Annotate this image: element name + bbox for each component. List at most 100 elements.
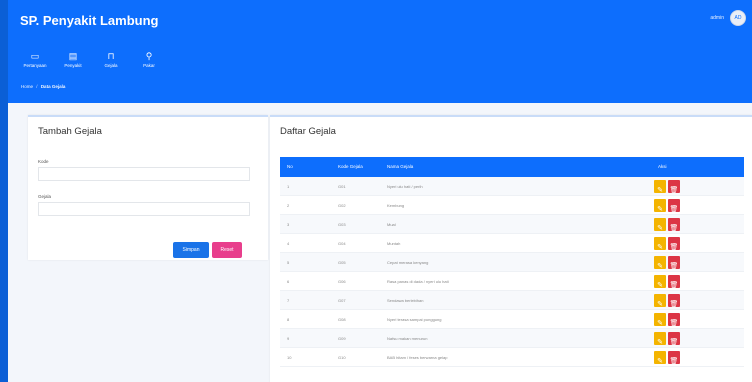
header-no: No [287, 164, 293, 169]
breadcrumb-separator: / [36, 84, 38, 89]
pencil-icon: ✎ [657, 225, 663, 232]
pencil-icon: ✎ [657, 263, 663, 270]
table-row: 5 G05 Cepat merasa kenyang ✎ 🗑 [280, 253, 744, 272]
edit-button[interactable]: ✎ [654, 256, 666, 270]
delete-button[interactable]: 🗑 [668, 218, 680, 232]
add-symptom-card: Tambah Gejala Kode Gejala Simpan Reset [28, 115, 268, 260]
nav-item-penyakit[interactable]: ▤ Penyakit [56, 52, 90, 69]
breadcrumb: Home / Data Gejala [21, 84, 65, 89]
cell-kode: G09 [338, 336, 346, 341]
cell-no: 2 [287, 203, 290, 208]
cell-nama: Sendawa berlebihan [387, 298, 424, 303]
nav-item-pertanyaan[interactable]: ▭ Pertanyaan [18, 52, 52, 69]
trash-icon: 🗑 [669, 301, 679, 308]
trash-icon: 🗑 [669, 358, 679, 365]
edit-button[interactable]: ✎ [654, 180, 666, 194]
delete-button[interactable]: 🗑 [668, 237, 680, 251]
trash-icon: 🗑 [669, 320, 679, 327]
cell-kode: G03 [338, 222, 346, 227]
edit-button[interactable]: ✎ [654, 237, 666, 251]
cell-kode: G05 [338, 260, 346, 265]
gejala-input[interactable] [38, 202, 250, 216]
header-nama: Nama Gejala [387, 164, 414, 169]
edit-button[interactable]: ✎ [654, 275, 666, 289]
symptom-list-card: Daftar Gejala No Kode Gejala Nama Gejala… [270, 115, 752, 382]
avatar[interactable]: AD [730, 10, 746, 26]
header-kode: Kode Gejala [338, 164, 363, 169]
edit-button[interactable]: ✎ [654, 351, 666, 365]
cell-kode: G02 [338, 203, 346, 208]
cell-nama: Muntah [387, 241, 401, 246]
table-row: 7 G07 Sendawa berlebihan ✎ 🗑 [280, 291, 744, 310]
cell-no: 7 [287, 298, 290, 303]
reset-button[interactable]: Reset [212, 242, 242, 258]
delete-button[interactable]: 🗑 [668, 351, 680, 365]
cell-no: 8 [287, 317, 290, 322]
gejala-label: Gejala [38, 194, 52, 199]
nav-label: Penyakit [64, 63, 82, 68]
cell-no: 6 [287, 279, 290, 284]
cell-no: 4 [287, 241, 290, 246]
nav-item-gejala[interactable]: ⊓ Gejala [94, 52, 128, 69]
table-row: 1 G01 Nyeri ulu hati / perih ✎ 🗑 [280, 177, 744, 196]
row-actions: ✎ 🗑 [654, 237, 680, 251]
save-button[interactable]: Simpan [173, 242, 209, 258]
cell-nama: Cepat merasa kenyang [387, 260, 429, 265]
pencil-icon: ✎ [657, 187, 663, 194]
nav-item-pakar[interactable]: ⚲ Pakar [132, 52, 166, 69]
kode-input[interactable] [38, 167, 250, 181]
cell-no: 3 [287, 222, 290, 227]
nav-label: Gejala [104, 63, 118, 68]
nav-label: Pertanyaan [23, 63, 47, 68]
delete-button[interactable]: 🗑 [668, 294, 680, 308]
pencil-icon: ✎ [657, 358, 663, 365]
breadcrumb-home[interactable]: Home [21, 84, 33, 89]
user-menu[interactable]: admin AD [710, 10, 746, 26]
pencil-icon: ✎ [657, 244, 663, 251]
row-actions: ✎ 🗑 [654, 256, 680, 270]
table-body: 1 G01 Nyeri ulu hati / perih ✎ 🗑 2 G02 Kembung ✎… [280, 177, 744, 367]
row-actions: ✎ 🗑 [654, 313, 680, 327]
delete-button[interactable]: 🗑 [668, 256, 680, 270]
cell-no: 1 [287, 184, 290, 189]
form-title: Tambah Gejala [38, 126, 102, 137]
delete-button[interactable]: 🗑 [668, 313, 680, 327]
user-name: admin [710, 15, 724, 21]
cell-nama: Nafsu makan menurun [387, 336, 428, 341]
edit-button[interactable]: ✎ [654, 332, 666, 346]
delete-button[interactable]: 🗑 [668, 332, 680, 346]
table-row: 3 G03 Mual ✎ 🗑 [280, 215, 744, 234]
table-row: 8 G08 Nyeri terasa sampai punggung ✎ 🗑 [280, 310, 744, 329]
cell-nama: BAB hitam / feses berwarna gelap [387, 355, 448, 360]
pencil-icon: ✎ [657, 282, 663, 289]
cell-nama: Nyeri terasa sampai punggung [387, 317, 442, 322]
row-actions: ✎ 🗑 [654, 218, 680, 232]
cell-kode: G08 [338, 317, 346, 322]
delete-button[interactable]: 🗑 [668, 180, 680, 194]
cell-nama: Rasa panas di dada / nyeri ulu hati [387, 279, 449, 284]
delete-button[interactable]: 🗑 [668, 275, 680, 289]
cell-nama: Nyeri ulu hati / perih [387, 184, 423, 189]
edit-button[interactable]: ✎ [654, 199, 666, 213]
cell-kode: G06 [338, 279, 346, 284]
cell-kode: G01 [338, 184, 346, 189]
trash-icon: 🗑 [669, 263, 679, 270]
cell-no: 5 [287, 260, 290, 265]
main-nav: ▭ Pertanyaan ▤ Penyakit ⊓ Gejala ⚲ Pakar [18, 52, 166, 69]
left-edge-strip [0, 0, 8, 382]
pencil-icon: ✎ [657, 206, 663, 213]
edit-button[interactable]: ✎ [654, 294, 666, 308]
edit-button[interactable]: ✎ [654, 218, 666, 232]
trash-icon: 🗑 [669, 244, 679, 251]
row-actions: ✎ 🗑 [654, 294, 680, 308]
breadcrumb-current: Data Gejala [40, 84, 66, 89]
edit-button[interactable]: ✎ [654, 313, 666, 327]
table-title: Daftar Gejala [280, 126, 336, 137]
row-actions: ✎ 🗑 [654, 180, 680, 194]
monitor-icon: ▭ [30, 51, 40, 61]
trash-icon: 🗑 [669, 282, 679, 289]
delete-button[interactable]: 🗑 [668, 199, 680, 213]
trash-icon: 🗑 [669, 187, 679, 194]
table-row: 6 G06 Rasa panas di dada / nyeri ulu hati ✎… [280, 272, 744, 291]
cell-no: 9 [287, 336, 290, 341]
